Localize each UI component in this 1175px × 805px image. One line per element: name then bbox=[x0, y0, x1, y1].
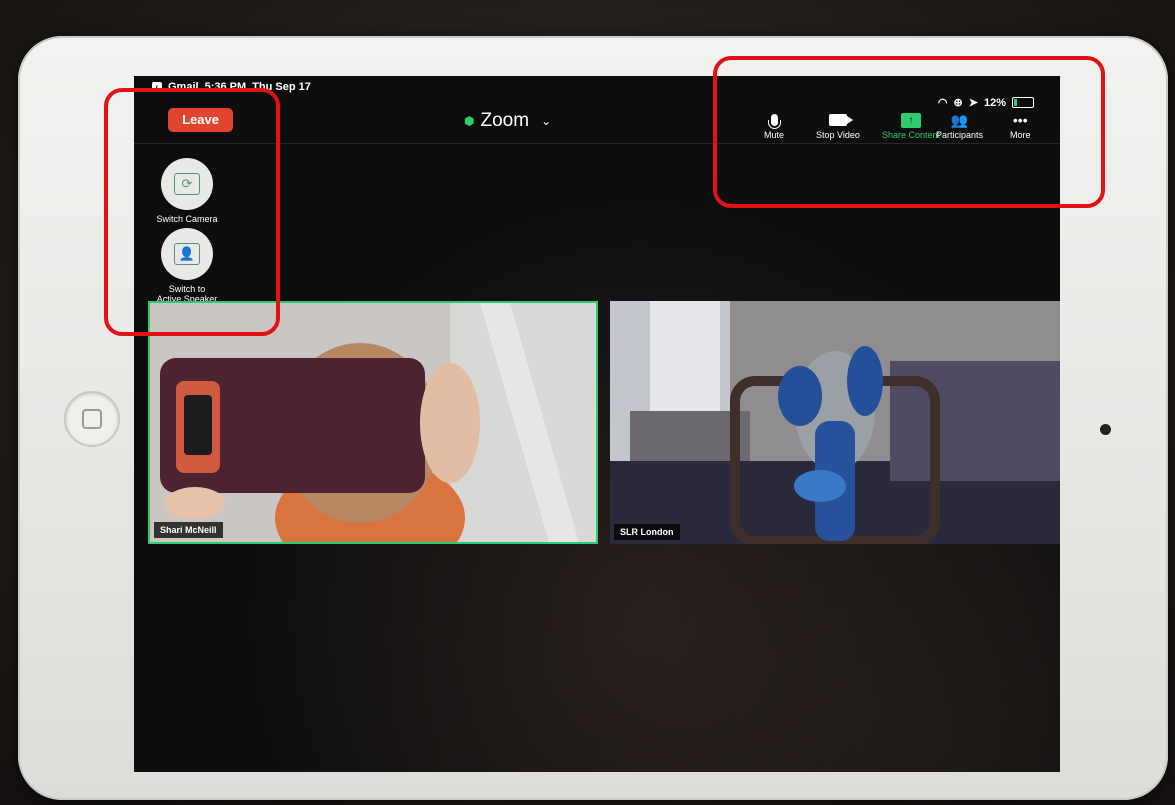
shield-icon: ⬢ bbox=[464, 114, 475, 128]
annotation-box-right bbox=[713, 56, 1105, 208]
video-tile-active[interactable]: Shari McNeill bbox=[148, 301, 598, 544]
meeting-title-text: Zoom bbox=[480, 110, 530, 131]
video-feed-2 bbox=[610, 301, 1060, 544]
front-camera bbox=[1100, 424, 1111, 435]
home-button[interactable] bbox=[64, 391, 120, 447]
participant-name-tag: Shari McNeill bbox=[154, 522, 223, 538]
chevron-down-icon: ⌄ bbox=[541, 114, 552, 128]
participant-name-tag: SLR London bbox=[614, 524, 680, 540]
video-tile[interactable]: SLR London bbox=[610, 301, 1060, 544]
video-feed-1 bbox=[150, 303, 596, 542]
meeting-title[interactable]: ⬢ Zoom ⌄ bbox=[464, 110, 551, 132]
annotation-box-left bbox=[104, 88, 280, 336]
